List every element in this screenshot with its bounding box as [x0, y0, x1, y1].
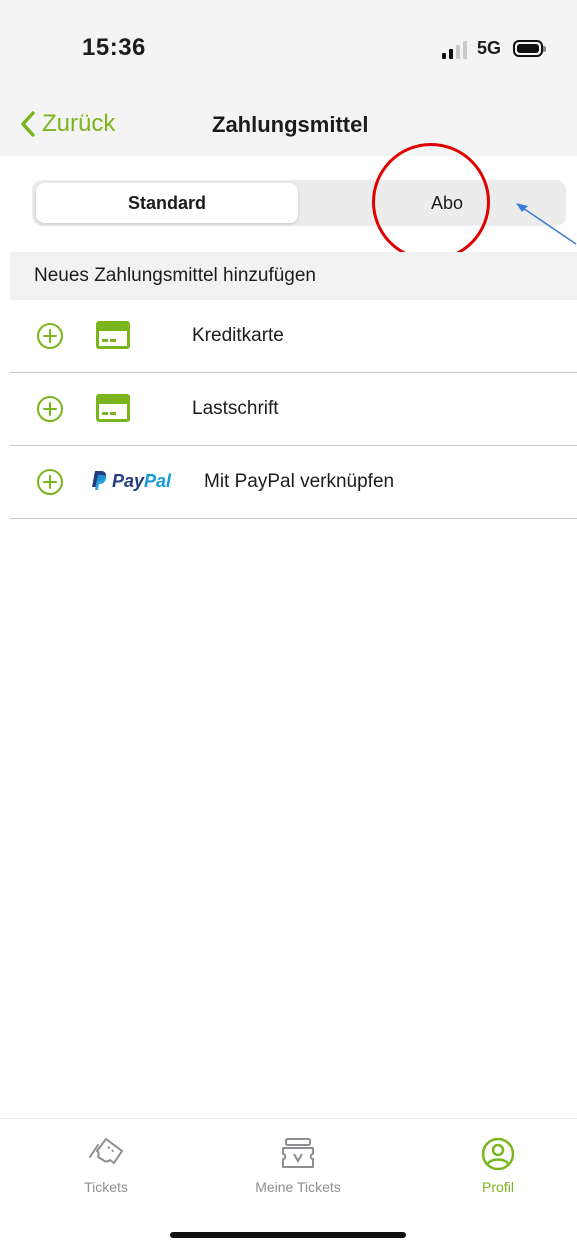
payment-method-label: Mit PayPal verknüpfen	[204, 471, 395, 492]
navigation-bar: Zurück Zahlungsmittel	[0, 100, 577, 156]
paypal-pal-text: Pal	[144, 470, 172, 491]
section-header-label: Neues Zahlungsmittel hinzufügen	[34, 265, 317, 286]
add-circle-icon	[37, 323, 63, 349]
paypal-logo: Pay Pal	[90, 470, 171, 492]
section-header: Neues Zahlungsmittel hinzufügen	[10, 252, 577, 300]
status-indicators: 5G	[441, 38, 546, 59]
tab-tickets[interactable]: Tickets	[26, 1137, 186, 1195]
battery-icon	[513, 40, 546, 57]
annotation-arrow	[516, 203, 577, 245]
tab-label: Profil	[482, 1179, 514, 1195]
tab-my-tickets[interactable]: Meine Tickets	[218, 1137, 378, 1195]
payment-method-lastschrift[interactable]: Lastschrift	[10, 373, 577, 446]
network-label: 5G	[476, 38, 501, 58]
add-circle-icon	[37, 469, 63, 495]
back-button[interactable]: Zurück	[20, 110, 115, 138]
payment-method-paypal[interactable]: Pay Pal Mit PayPal verknüpfen	[10, 446, 577, 519]
credit-card-icon	[96, 321, 130, 349]
add-circle-icon	[37, 396, 63, 422]
payment-method-kreditkarte[interactable]: Kreditkarte	[10, 300, 577, 373]
home-indicator	[170, 1232, 406, 1238]
payment-method-label: Kreditkarte	[192, 325, 284, 346]
back-label: Zurück	[42, 110, 116, 137]
page-title: Zahlungsmittel	[212, 112, 369, 137]
signal-icon	[441, 39, 467, 59]
credit-card-icon	[96, 394, 130, 422]
tab-profil[interactable]: Profil	[418, 1137, 577, 1195]
tab-bar: Tickets Meine Tickets Profil	[0, 1118, 577, 1219]
profile-icon	[481, 1137, 515, 1171]
ticket-icon	[89, 1138, 123, 1164]
status-time: 15:36	[82, 34, 146, 61]
tab-label: Meine Tickets	[255, 1179, 341, 1195]
paypal-p-icon	[92, 471, 107, 490]
paypal-pay-text: Pay	[112, 470, 145, 491]
chevron-left-icon	[21, 111, 35, 137]
annotation-circle	[372, 143, 490, 261]
tab-label: Tickets	[84, 1179, 128, 1195]
payment-method-label: Lastschrift	[192, 398, 279, 419]
segment-standard[interactable]: Standard	[36, 183, 298, 223]
my-tickets-icon	[282, 1138, 314, 1168]
